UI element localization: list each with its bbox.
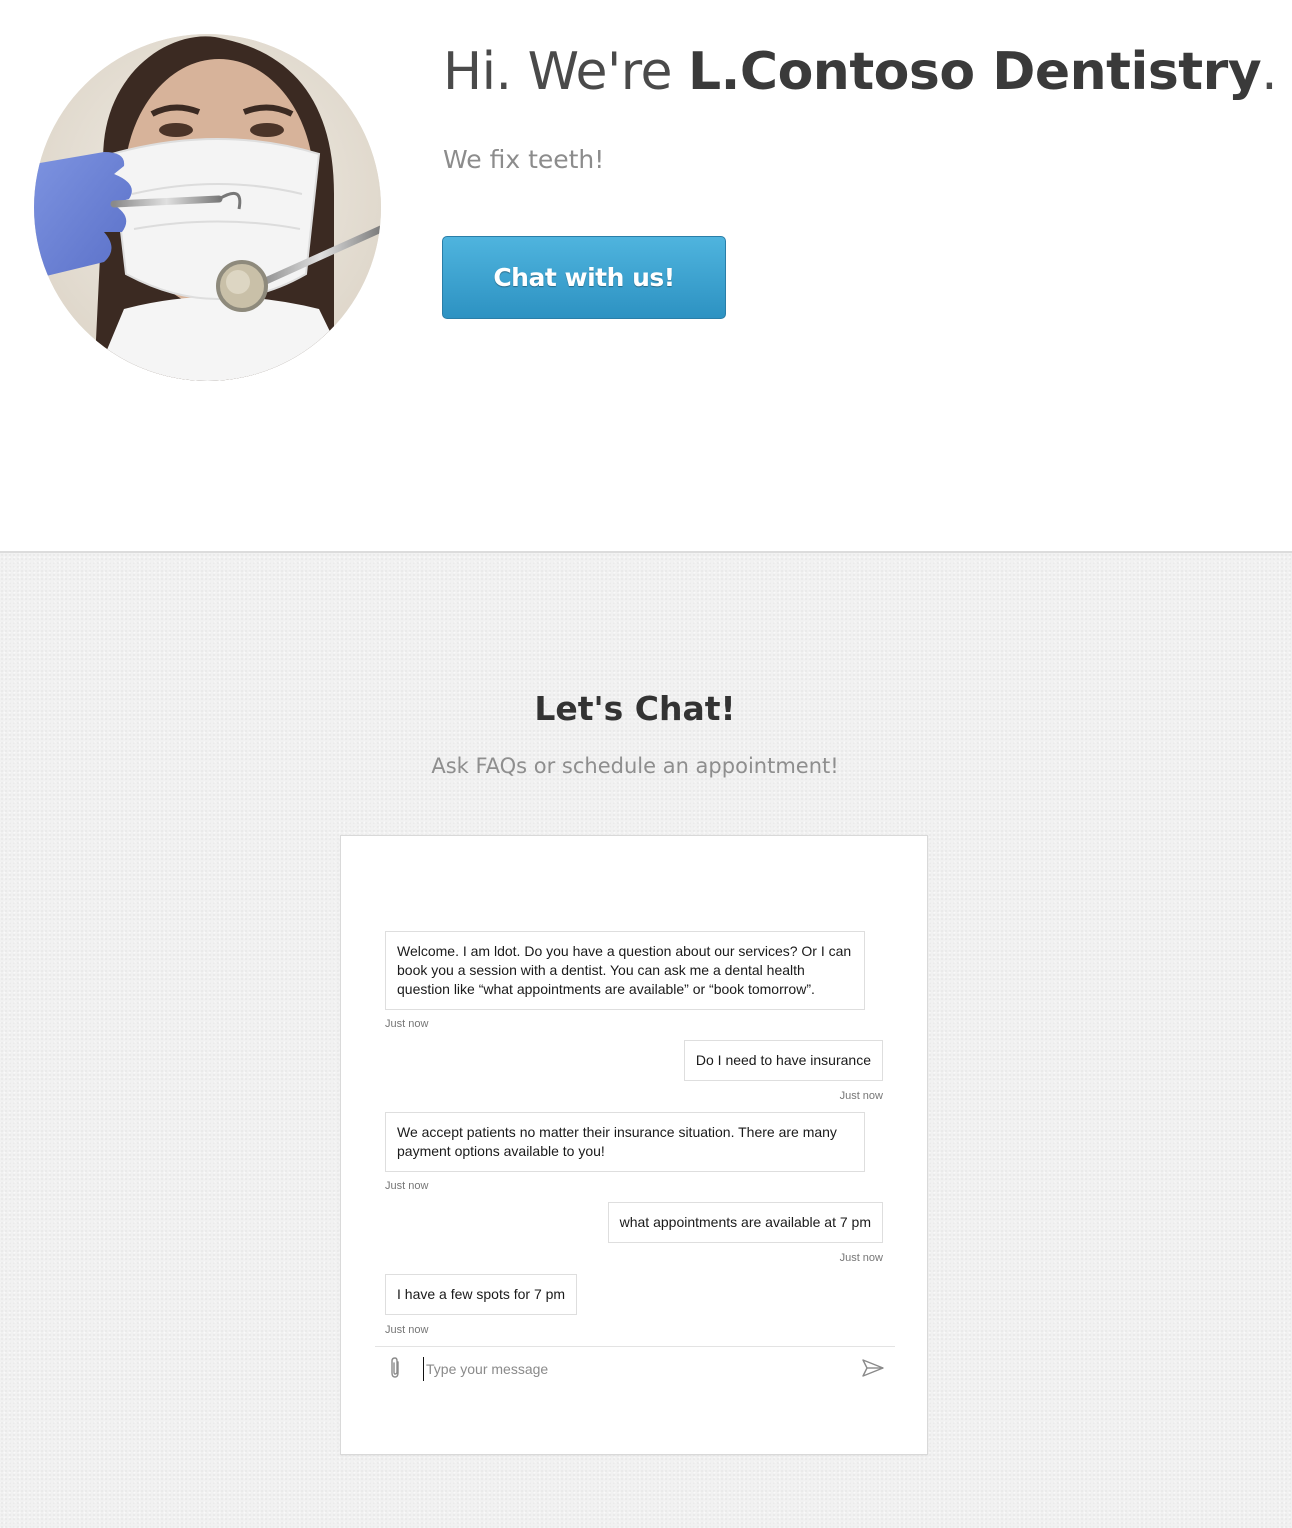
message-text: Do I need to have insurance (695, 1052, 871, 1068)
dentist-photo-image (34, 34, 381, 381)
message-text: Welcome. I am ldot. Do you have a questi… (397, 943, 852, 997)
user-message: Do I need to have insurance (683, 1040, 883, 1081)
message-composer (375, 1346, 895, 1390)
send-arrow-icon[interactable] (861, 1357, 885, 1379)
chat-with-us-button[interactable]: Chat with us! (442, 236, 726, 319)
chat-section: Let's Chat! Ask FAQs or schedule an appo… (0, 553, 1292, 1528)
dentist-photo (34, 34, 381, 381)
message-timestamp: Just now (385, 1018, 429, 1030)
message-text: I have a few spots for 7 pm (397, 1286, 566, 1302)
message-timestamp: Just now (839, 1252, 883, 1264)
section-title: Let's Chat! (534, 689, 736, 728)
bot-message: We accept patients no matter their insur… (385, 1112, 865, 1172)
bot-message: Welcome. I am ldot. Do you have a questi… (385, 931, 865, 1010)
bot-message: I have a few spots for 7 pm (385, 1274, 578, 1315)
message-text: what appointments are available at 7 pm (619, 1214, 871, 1230)
hero-title: Hi. We're L.Contoso Dentistry. (443, 38, 1278, 106)
hero-brand-name: L.Contoso Dentistry (688, 42, 1262, 102)
hero-tagline: We fix teeth! (443, 145, 605, 174)
user-message: what appointments are available at 7 pm (607, 1202, 883, 1243)
hero-title-period: . (1261, 42, 1278, 102)
hero-greeting: Hi. We're (443, 42, 689, 102)
paperclip-icon[interactable] (385, 1356, 405, 1380)
message-input[interactable] (423, 1357, 846, 1381)
hero-section: Hi. We're L.Contoso Dentistry. We fix te… (0, 0, 1292, 553)
message-timestamp: Just now (385, 1180, 429, 1192)
message-timestamp: Just now (839, 1090, 883, 1102)
message-timestamp: Just now (385, 1324, 429, 1336)
chat-widget: Welcome. I am ldot. Do you have a questi… (340, 835, 928, 1455)
section-subtitle: Ask FAQs or schedule an appointment! (431, 754, 839, 778)
message-text: We accept patients no matter their insur… (397, 1124, 837, 1159)
